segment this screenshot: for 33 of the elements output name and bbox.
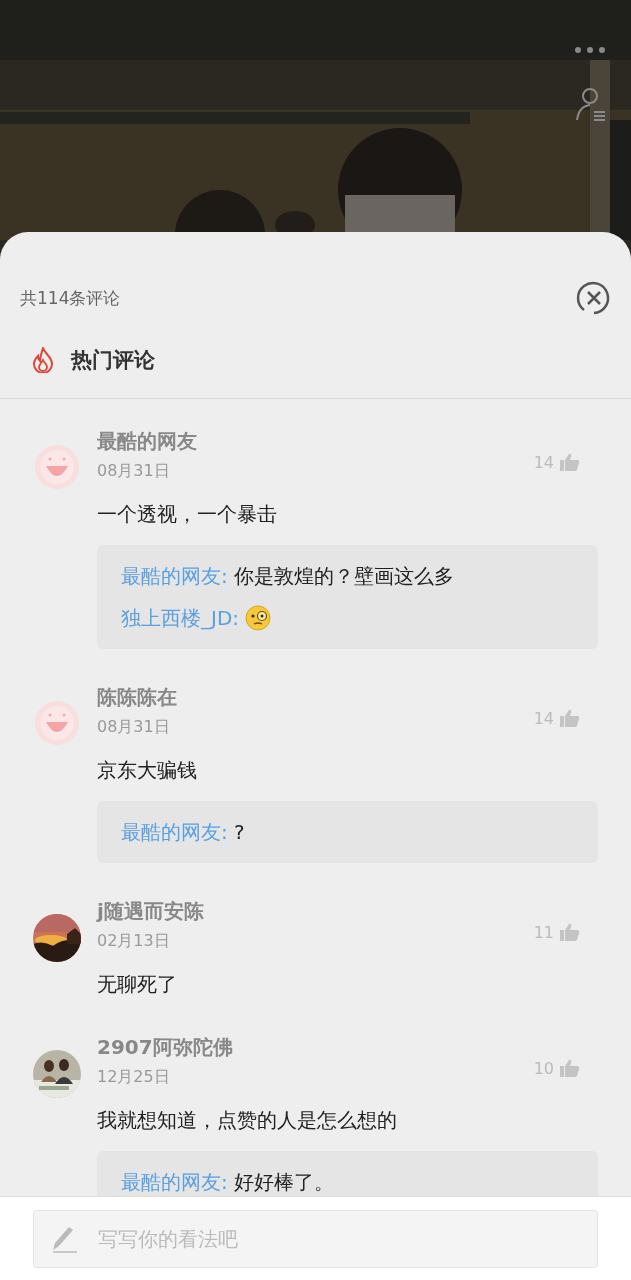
reply-author[interactable]: 最酷的网友: [121, 562, 228, 590]
smiley-avatar-icon [33, 700, 81, 748]
thumbs-up-icon[interactable] [560, 453, 580, 471]
comment-text: 京东大骗钱 [97, 757, 197, 784]
user-list-icon[interactable] [575, 87, 607, 121]
user-name[interactable]: j随遇而安陈 [97, 895, 204, 927]
user-name[interactable]: 2907阿弥陀佛 [97, 1031, 233, 1063]
smiley-avatar-icon [33, 444, 81, 492]
thumbs-up-icon[interactable] [560, 1059, 580, 1077]
comment-date: 12月25日 [97, 1066, 171, 1088]
close-icon[interactable] [576, 280, 612, 316]
flame-icon [31, 347, 55, 373]
reply-text: 好好棒了。 [233, 1168, 335, 1196]
reply-author[interactable]: 最酷的网友: [121, 1168, 228, 1196]
comment-date: 02月13日 [97, 930, 171, 952]
reply-author[interactable]: 独上西楼_JD: [121, 604, 240, 632]
more-icon[interactable] [574, 46, 606, 54]
comment-input[interactable]: 写写你的看法吧 [33, 1209, 598, 1268]
reply-text: 你是敦煌的？壁画这么多 [233, 562, 455, 590]
comment-count: 共114条评论 [20, 286, 121, 310]
user-name[interactable]: 陈陈陈在 [97, 681, 177, 713]
comment-date: 08月31日 [97, 460, 171, 482]
reply-text: ? [233, 820, 245, 844]
comment-text: 我就想知道，点赞的人是怎么想的 [97, 1107, 397, 1134]
monocle-face-icon [245, 605, 272, 631]
comment-text: 无聊死了 [97, 971, 177, 998]
section-title: 热门评论 [71, 347, 155, 374]
comment-date: 08月31日 [97, 716, 171, 738]
reply-author[interactable]: 最酷的网友: [121, 818, 228, 846]
thumbs-up-icon[interactable] [560, 923, 580, 941]
comment-text: 一个透视，一个暴击 [97, 501, 277, 528]
thumbs-up-icon[interactable] [560, 709, 580, 727]
user-name[interactable]: 最酷的网友 [97, 425, 197, 457]
